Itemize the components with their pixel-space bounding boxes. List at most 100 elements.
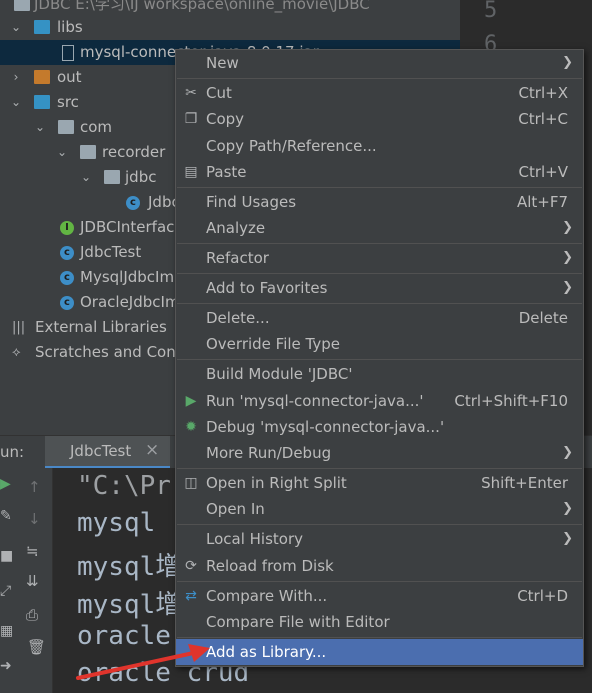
submenu-arrow-icon: ❯	[562, 501, 573, 516]
menu-separator	[177, 187, 582, 188]
menu-item-add-as-library[interactable]: Add as Library...	[176, 639, 583, 665]
tree-item-label: External Libraries	[35, 318, 167, 336]
tree-item-label: out	[57, 68, 82, 86]
menu-item-shortcut: Ctrl+D	[517, 587, 568, 605]
menu-item-shortcut: Ctrl+C	[518, 110, 568, 128]
chevron-down-icon[interactable]: ⌄	[10, 90, 22, 115]
scroll-to-end-icon[interactable]: ⇊	[26, 572, 39, 590]
menu-separator	[177, 581, 582, 582]
debug-icon: ✹	[185, 419, 197, 435]
menu-item-delete[interactable]: Delete... Delete	[176, 305, 583, 331]
menu-item-open-in-right-split[interactable]: ◫ Open in Right Split Shift+Enter	[176, 470, 583, 496]
wrench-icon[interactable]: ✎	[0, 508, 12, 524]
tree-item-label: JdbcTest	[80, 243, 142, 261]
pin-icon[interactable]: ➜	[0, 658, 12, 674]
menu-item-local-history[interactable]: Local History ❯	[176, 526, 583, 552]
paste-icon: ▤	[184, 164, 198, 180]
tree-item-label: Scratches and Cons	[35, 343, 184, 361]
folder-icon	[34, 70, 50, 84]
arrow-down-icon[interactable]: ↓	[28, 510, 41, 528]
rerun-icon[interactable]: ▶	[0, 476, 11, 492]
menu-item-label: Paste	[206, 163, 247, 181]
library-icon: |||	[12, 320, 26, 335]
menu-item-shortcut: Ctrl+V	[518, 163, 568, 181]
menu-item-cut[interactable]: ✂ Cut Ctrl+X	[176, 80, 583, 106]
menu-separator	[177, 524, 582, 525]
menu-separator	[177, 273, 582, 274]
menu-separator	[177, 78, 582, 79]
submenu-arrow-icon: ❯	[562, 220, 573, 235]
menu-item-debug[interactable]: ✹ Debug 'mysql-connector-java...'	[176, 414, 583, 440]
package-icon	[104, 170, 120, 184]
menu-item-analyze[interactable]: Analyze ❯	[176, 215, 583, 241]
menu-item-reload-from-disk[interactable]: ⟳ Reload from Disk	[176, 553, 583, 579]
menu-item-shortcut: Ctrl+X	[518, 84, 568, 102]
run-toolbar-right: ↑ ↓ ≒ ⇊ ⎙ 🗑	[20, 468, 53, 693]
close-icon[interactable]: ×	[145, 440, 159, 460]
menu-item-label: Find Usages	[206, 193, 297, 211]
tree-item-label: recorder	[102, 143, 166, 161]
tree-item-label: JDBCInterface	[80, 218, 184, 236]
chevron-down-icon[interactable]: ⌄	[34, 115, 46, 140]
run-tab-jdbctest[interactable]: JdbcTest ×	[45, 436, 170, 469]
menu-item-new[interactable]: New ❯	[176, 50, 583, 76]
chevron-down-icon[interactable]: ⌄	[80, 165, 92, 190]
menu-item-copy-path[interactable]: Copy Path/Reference...	[176, 133, 583, 159]
trash-icon[interactable]: 🗑	[27, 638, 46, 656]
menu-item-open-in[interactable]: Open In ❯	[176, 496, 583, 522]
annotation-arrow-head	[188, 644, 210, 662]
menu-item-compare-file-with-editor[interactable]: Compare File with Editor	[176, 609, 583, 635]
menu-item-shortcut: Ctrl+Shift+F10	[454, 392, 568, 410]
submenu-arrow-icon: ❯	[562, 55, 573, 70]
arrow-up-icon[interactable]: ↑	[28, 478, 41, 496]
menu-separator	[177, 243, 582, 244]
menu-item-shortcut: Alt+F7	[516, 193, 568, 211]
chevron-down-icon[interactable]: ⌄	[10, 15, 22, 40]
stop-icon[interactable]: ■	[0, 548, 13, 564]
tree-item-label: libs	[57, 18, 83, 36]
package-icon	[58, 120, 74, 134]
menu-item-label: Compare With...	[206, 587, 328, 605]
menu-item-refactor[interactable]: Refactor ❯	[176, 245, 583, 271]
menu-item-label: Delete...	[206, 309, 270, 327]
submenu-arrow-icon: ❯	[562, 250, 573, 265]
layout-icon[interactable]: ▦	[0, 623, 13, 639]
menu-item-copy[interactable]: ❐ Copy Ctrl+C	[176, 106, 583, 132]
module-icon	[14, 0, 30, 11]
menu-item-shortcut: Delete	[518, 309, 568, 327]
submenu-arrow-icon: ❯	[562, 445, 573, 460]
line-number: 5	[484, 0, 498, 23]
menu-item-run[interactable]: ▶ Run 'mysql-connector-java...' Ctrl+Shi…	[176, 388, 583, 414]
menu-item-label: Run 'mysql-connector-java...'	[206, 392, 424, 410]
menu-item-more-run-debug[interactable]: More Run/Debug ❯	[176, 440, 583, 466]
menu-item-label: Reload from Disk	[206, 557, 334, 575]
menu-item-label: Add as Library...	[206, 643, 327, 661]
menu-item-find-usages[interactable]: Find Usages Alt+F7	[176, 189, 583, 215]
chevron-right-icon[interactable]: ›	[10, 65, 22, 90]
run-label: un:	[0, 443, 25, 461]
run-toolbar-left: ▶ ✎ ■ ⤢ ▦ ➜	[0, 468, 20, 693]
print-icon[interactable]: ⎙	[26, 606, 38, 624]
menu-item-shortcut: Shift+Enter	[481, 474, 568, 492]
menu-item-paste[interactable]: ▤ Paste Ctrl+V	[176, 159, 583, 185]
menu-item-label: Refactor	[206, 249, 269, 267]
menu-item-build-module[interactable]: Build Module 'JDBC'	[176, 361, 583, 387]
run-icon: ▶	[185, 393, 197, 409]
menu-item-override-file-type[interactable]: Override File Type	[176, 331, 583, 357]
tree-item-label: OracleJdbcIm	[80, 293, 180, 311]
menu-item-label: Copy Path/Reference...	[206, 137, 377, 155]
tree-item-libs[interactable]: ⌄ libs	[0, 15, 460, 40]
menu-item-compare-with[interactable]: ⇄ Compare With... Ctrl+D	[176, 583, 583, 609]
menu-item-add-to-favorites[interactable]: Add to Favorites ❯	[176, 275, 583, 301]
chevron-down-icon[interactable]: ⌄	[56, 140, 68, 165]
class-icon: c	[60, 296, 74, 310]
compare-icon: ⇄	[185, 588, 197, 604]
menu-separator	[177, 637, 582, 638]
tree-item-label: com	[80, 118, 113, 136]
menu-item-label: Debug 'mysql-connector-java...'	[206, 418, 445, 436]
class-icon: c	[60, 271, 74, 285]
restore-icon[interactable]: ⤢	[0, 583, 11, 599]
soft-wrap-icon[interactable]: ≒	[26, 542, 39, 560]
menu-item-label: New	[206, 54, 239, 72]
package-icon	[80, 145, 96, 159]
